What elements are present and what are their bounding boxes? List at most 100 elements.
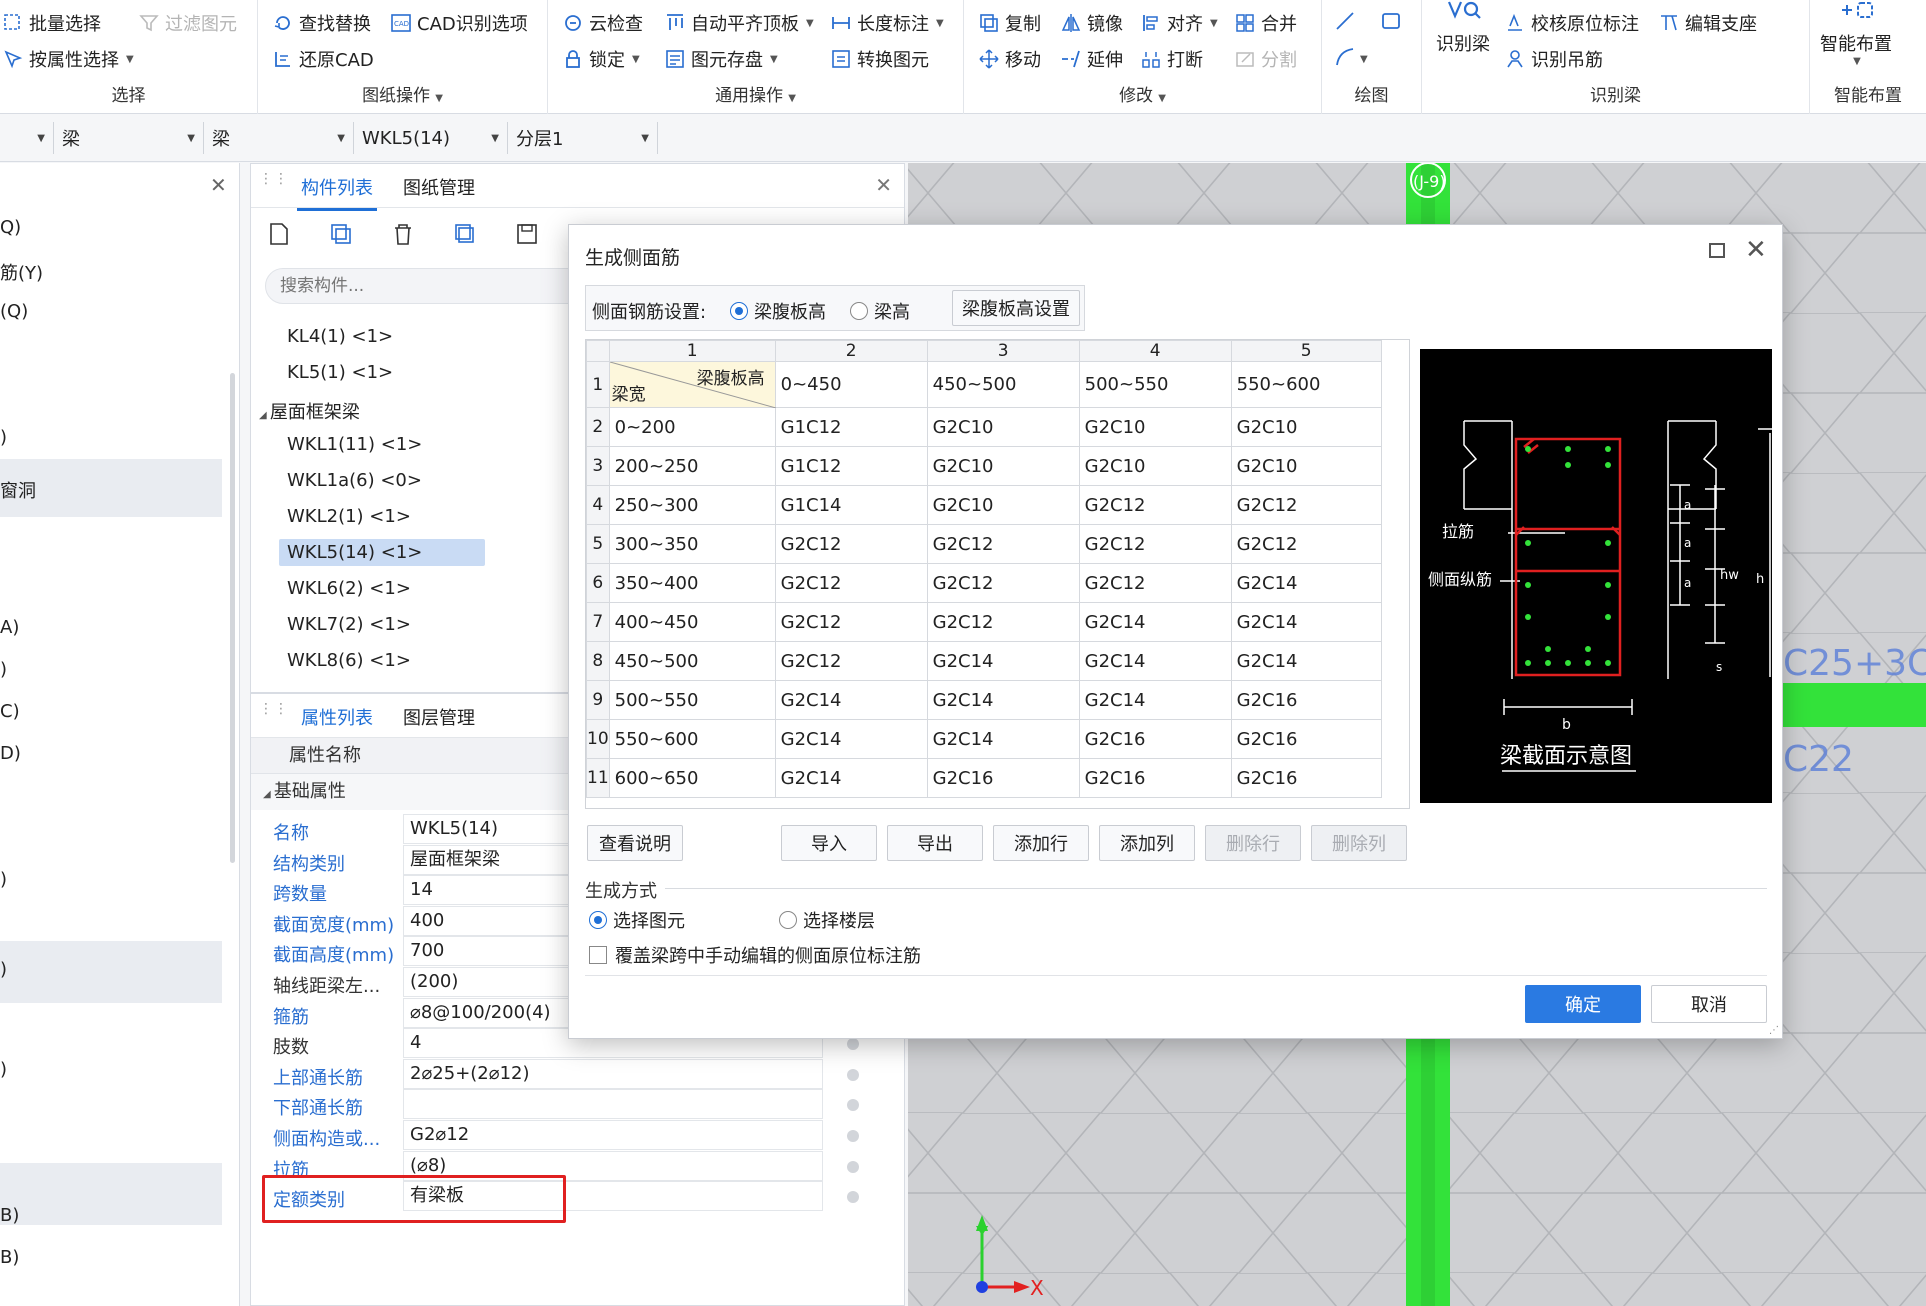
rebar-spec-cell[interactable]: G2C14: [774, 680, 928, 720]
rebar-spec-cell[interactable]: G2C12: [1230, 524, 1382, 564]
beam-width-range-cell[interactable]: 600~650: [608, 758, 776, 798]
extend-button[interactable]: 延伸: [1060, 46, 1123, 72]
duplicate-icon[interactable]: [451, 220, 479, 248]
rebar-spec-cell[interactable]: G2C14: [926, 719, 1080, 759]
rebar-spec-cell[interactable]: G2C12: [926, 602, 1080, 642]
cloud-check-button[interactable]: 云检查: [562, 10, 643, 36]
add-row-button[interactable]: 添加行: [993, 825, 1089, 861]
find-replace-button[interactable]: 查找替换: [272, 10, 371, 36]
rebar-spec-cell[interactable]: G2C12: [774, 524, 928, 564]
arc-draw-icon[interactable]: [1334, 46, 1356, 68]
rebar-spec-cell[interactable]: G2C14: [1230, 602, 1382, 642]
radio-web-height[interactable]: 梁腹板高: [730, 298, 826, 324]
align-button[interactable]: 对齐 ▼: [1140, 10, 1218, 36]
rebar-spec-cell[interactable]: G2C12: [926, 524, 1080, 564]
table-header-cell[interactable]: 450~500: [926, 361, 1080, 408]
add-column-button[interactable]: 添加列: [1099, 825, 1195, 861]
rebar-spec-cell[interactable]: G2C16: [1230, 758, 1382, 798]
tree-item[interactable]: WKL8(6) <1>: [287, 650, 411, 671]
beam-width-range-cell[interactable]: 300~350: [608, 524, 776, 564]
delete-row-button[interactable]: 删除行: [1205, 825, 1301, 861]
merge-button[interactable]: 合并: [1234, 10, 1297, 36]
tree-item[interactable]: WKL6(2) <1>: [287, 578, 411, 599]
tree-item[interactable]: WKL1(11) <1>: [287, 434, 422, 455]
tab-layer-management[interactable]: 图层管理: [403, 704, 475, 730]
beam-width-range-cell[interactable]: 350~400: [608, 563, 776, 603]
rebar-spec-cell[interactable]: G2C12: [774, 641, 928, 681]
rebar-spec-cell[interactable]: G2C12: [1078, 524, 1232, 564]
rebar-spec-cell[interactable]: G2C16: [1230, 719, 1382, 759]
auto-level-top-button[interactable]: 自动平齐顶板 ▼: [664, 10, 814, 36]
rebar-spec-cell[interactable]: G2C14: [1230, 563, 1382, 603]
chevron-down-icon[interactable]: ▼: [1360, 54, 1368, 65]
web-height-setting-button[interactable]: 梁腹板高设置: [952, 290, 1080, 326]
nav-item[interactable]: Q): [0, 217, 21, 238]
scrollbar[interactable]: [230, 373, 235, 863]
move-button[interactable]: 移动: [978, 46, 1041, 72]
restore-cad-button[interactable]: 还原CAD: [272, 46, 374, 72]
rebar-spec-cell[interactable]: G2C16: [1078, 719, 1232, 759]
ok-button[interactable]: 确定: [1525, 985, 1641, 1023]
cad-options-button[interactable]: CAD CAD识别选项: [390, 10, 528, 36]
break-button[interactable]: 打断: [1140, 46, 1203, 72]
rebar-spec-cell[interactable]: G2C14: [926, 641, 1080, 681]
length-mark-button[interactable]: 长度标注 ▼: [830, 10, 944, 36]
radio-select-element[interactable]: 选择图元: [589, 907, 685, 933]
cancel-button[interactable]: 取消: [1651, 985, 1767, 1023]
nav-item[interactable]: B): [0, 1247, 19, 1268]
maximize-icon[interactable]: [1709, 243, 1725, 258]
rebar-spec-cell[interactable]: G1C12: [774, 407, 928, 447]
rebar-spec-cell[interactable]: G2C14: [774, 758, 928, 798]
close-icon[interactable]: ✕: [1745, 235, 1767, 265]
component-select[interactable]: WKL5(14) ▼: [354, 122, 508, 154]
filter-element-button[interactable]: 过滤图元: [138, 10, 237, 36]
close-icon[interactable]: ✕: [210, 173, 227, 197]
rebar-spec-cell[interactable]: G2C10: [1230, 407, 1382, 447]
rebar-spec-cell[interactable]: G2C12: [926, 563, 1080, 603]
table-header-cell[interactable]: 550~600: [1230, 361, 1382, 408]
edit-support-button[interactable]: 编辑支座: [1658, 10, 1757, 36]
tree-item[interactable]: WKL7(2) <1>: [287, 614, 411, 635]
convert-element-button[interactable]: 转换图元: [830, 46, 929, 72]
view-note-button[interactable]: 查看说明: [587, 825, 683, 861]
rebar-spec-cell[interactable]: G2C10: [1230, 446, 1382, 486]
copy-button[interactable]: 复制: [978, 10, 1041, 36]
lock-button[interactable]: 锁定 ▼: [562, 46, 640, 72]
rebar-spec-cell[interactable]: G2C10: [926, 485, 1080, 525]
property-value-field[interactable]: [403, 1089, 823, 1120]
category-select[interactable]: 梁 ▼: [54, 122, 204, 154]
tree-item-selected[interactable]: WKL5(14) <1>: [279, 539, 485, 566]
tab-component-list[interactable]: 构件列表: [297, 174, 377, 211]
nav-item[interactable]: D): [0, 743, 21, 764]
rebar-spec-cell[interactable]: G2C10: [1078, 407, 1232, 447]
tree-group-roof-frame-beam[interactable]: ◢ 屋面框架梁: [259, 398, 360, 424]
nav-item[interactable]: C): [0, 701, 20, 722]
type-select[interactable]: 梁 ▼: [204, 122, 354, 154]
rebar-spec-cell[interactable]: G2C12: [774, 563, 928, 603]
rebar-spec-cell[interactable]: G2C14: [1078, 641, 1232, 681]
property-option-dot-icon[interactable]: [847, 1099, 859, 1112]
delete-icon[interactable]: [389, 220, 417, 248]
split-button[interactable]: 分割: [1234, 46, 1297, 72]
nav-item[interactable]: (Q): [0, 301, 28, 322]
rebar-spec-cell[interactable]: G2C16: [926, 758, 1080, 798]
rebar-spec-cell[interactable]: G2C16: [1230, 680, 1382, 720]
nav-item[interactable]: 窗洞: [0, 477, 36, 503]
property-value-field[interactable]: G2⌀12: [403, 1120, 823, 1150]
nav-item[interactable]: 筋(Y): [0, 259, 43, 285]
batch-select-button[interactable]: 批量选择: [2, 10, 101, 36]
beam-width-range-cell[interactable]: 500~550: [608, 680, 776, 720]
rebar-spec-cell[interactable]: G2C14: [1078, 680, 1232, 720]
nav-item[interactable]: ): [0, 427, 7, 448]
export-button[interactable]: 导出: [887, 825, 983, 861]
radio-select-floor[interactable]: 选择楼层: [779, 907, 875, 933]
mirror-button[interactable]: 镜像: [1060, 10, 1123, 36]
tree-item[interactable]: KL5(1) <1>: [287, 362, 393, 383]
radio-beam-height[interactable]: 梁高: [850, 298, 910, 324]
tree-item[interactable]: KL4(1) <1>: [287, 326, 393, 347]
property-value-field[interactable]: 2⌀25+(2⌀12): [403, 1058, 823, 1089]
rebar-spec-cell[interactable]: G2C10: [1078, 446, 1232, 486]
save-component-icon[interactable]: [513, 220, 541, 248]
rebar-spec-cell[interactable]: G2C14: [1078, 602, 1232, 642]
identify-beam-button[interactable]: 识别梁: [1436, 0, 1490, 56]
